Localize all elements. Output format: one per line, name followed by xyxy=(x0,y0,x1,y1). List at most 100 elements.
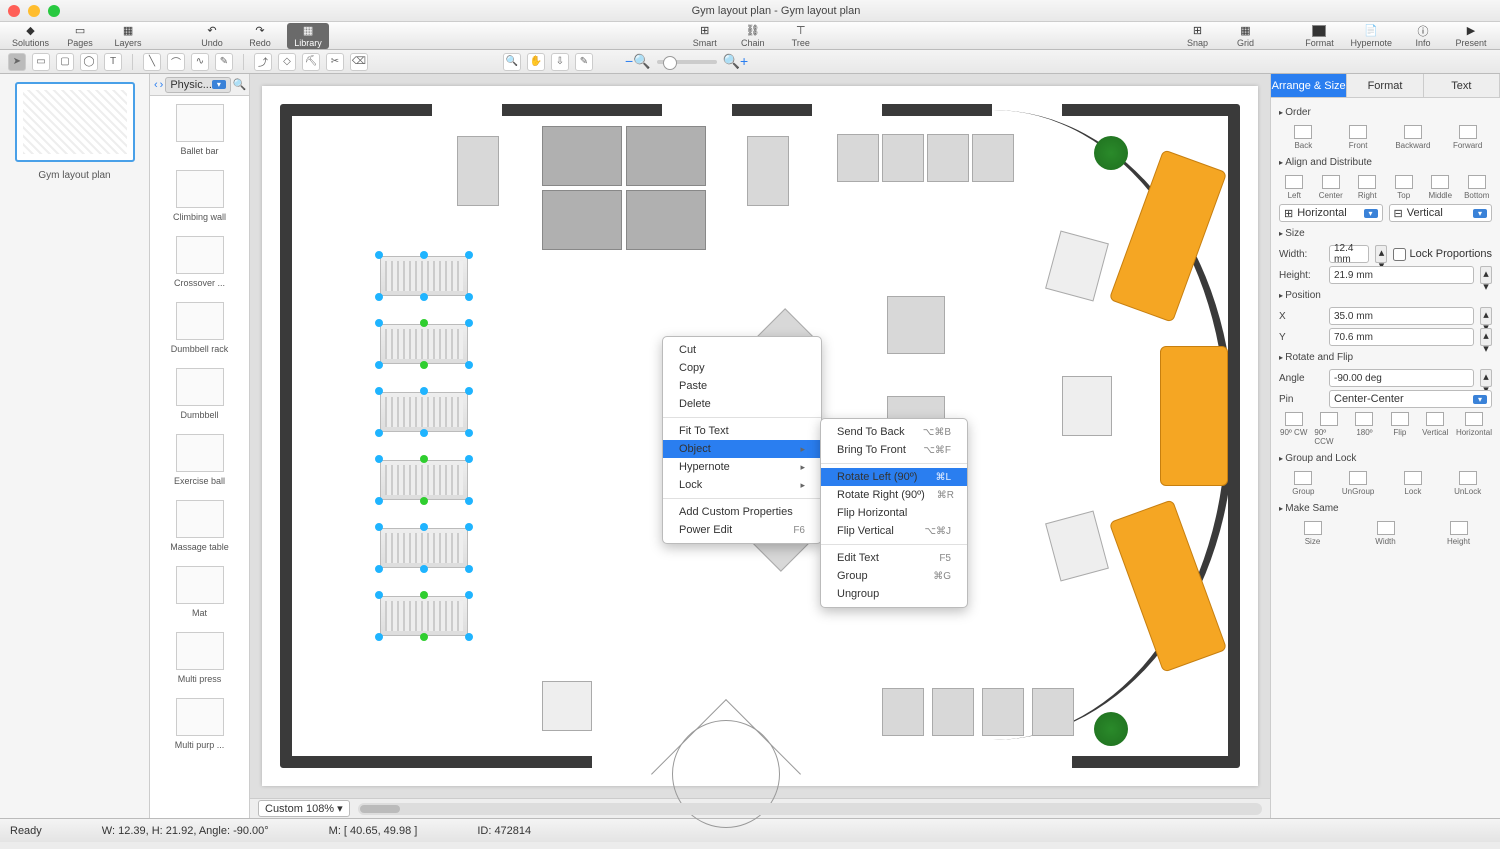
section-rotate[interactable]: Rotate and Flip xyxy=(1279,349,1492,366)
menu-item[interactable]: Rotate Left (90º)⌘L xyxy=(821,468,967,486)
library-item[interactable]: Dumbbell rack xyxy=(154,298,245,364)
pen-tool[interactable]: ✎ xyxy=(215,53,233,71)
redo-button[interactable]: ↷Redo xyxy=(239,23,281,49)
inspector-btn[interactable]: Back xyxy=(1279,125,1328,150)
inspector-btn[interactable]: UnLock xyxy=(1443,471,1492,496)
menu-item[interactable]: Ungroup xyxy=(821,585,967,603)
grid-button[interactable]: ▦Grid xyxy=(1224,23,1266,49)
page-thumb-1[interactable] xyxy=(15,82,135,162)
inspector-btn[interactable]: Lock xyxy=(1389,471,1438,496)
lock-proportions[interactable]: Lock Proportions xyxy=(1393,248,1492,261)
text-tool[interactable]: T xyxy=(104,53,122,71)
section-size[interactable]: Size xyxy=(1279,225,1492,242)
height-input[interactable]: 21.9 mm xyxy=(1329,266,1474,284)
inspector-btn[interactable]: Middle xyxy=(1425,175,1456,200)
hypernote-button[interactable]: 📄Hypernote xyxy=(1346,23,1396,49)
arc-tool[interactable]: ⌒ xyxy=(167,53,185,71)
section-align[interactable]: Align and Distribute xyxy=(1279,154,1492,171)
section-position[interactable]: Position xyxy=(1279,287,1492,304)
menu-item[interactable]: Cut xyxy=(663,341,821,359)
tab-format[interactable]: Format xyxy=(1347,74,1423,97)
inspector-btn[interactable]: Flip xyxy=(1385,412,1414,446)
y-input[interactable]: 70.6 mm xyxy=(1329,328,1474,346)
menu-item[interactable]: Copy xyxy=(663,359,821,377)
connector-tool[interactable]: ⤴ xyxy=(254,53,272,71)
close-icon[interactable] xyxy=(8,5,20,17)
menu-item[interactable]: Rotate Right (90º)⌘R xyxy=(821,486,967,504)
inspector-btn[interactable]: Height xyxy=(1425,521,1492,546)
lib-next-icon[interactable]: › xyxy=(160,79,164,91)
inspector-btn[interactable]: Group xyxy=(1279,471,1328,496)
inspector-btn[interactable]: Bottom xyxy=(1462,175,1493,200)
chain-button[interactable]: ⛓Chain xyxy=(732,23,774,49)
library-button[interactable]: ▦Library xyxy=(287,23,329,49)
snap-button[interactable]: ⊞Snap xyxy=(1176,23,1218,49)
treadmill[interactable] xyxy=(380,528,468,568)
eyedropper-tool[interactable]: ✎ xyxy=(575,53,593,71)
menu-item[interactable]: Edit TextF5 xyxy=(821,549,967,567)
menu-item[interactable]: Delete xyxy=(663,395,821,413)
pin-select[interactable]: Center-Center▾ xyxy=(1329,390,1492,408)
rect-tool[interactable]: ▭ xyxy=(32,53,50,71)
inspector-btn[interactable]: 180º xyxy=(1350,412,1379,446)
present-button[interactable]: ▶Present xyxy=(1450,23,1492,49)
crop-tool[interactable]: ✂ xyxy=(326,53,344,71)
menu-item[interactable]: Add Custom Properties xyxy=(663,503,821,521)
menu-item[interactable]: Paste xyxy=(663,377,821,395)
zoom-select[interactable]: Custom 108% ▾ xyxy=(258,800,350,817)
x-input[interactable]: 35.0 mm xyxy=(1329,307,1474,325)
tree-button[interactable]: ⊤Tree xyxy=(780,23,822,49)
library-item[interactable]: Multi purp ... xyxy=(154,694,245,760)
inspector-btn[interactable]: Forward xyxy=(1443,125,1492,150)
treadmill[interactable] xyxy=(380,256,468,296)
menu-item[interactable]: Group⌘G xyxy=(821,567,967,585)
width-stepper[interactable]: ▴▾ xyxy=(1375,245,1387,263)
context-submenu[interactable]: Send To Back⌥⌘BBring To Front⌥⌘F Rotate L… xyxy=(820,418,968,608)
inspector-btn[interactable]: Right xyxy=(1352,175,1383,200)
library-item[interactable]: Ballet bar xyxy=(154,100,245,166)
menu-item[interactable]: Send To Back⌥⌘B xyxy=(821,423,967,441)
menu-item[interactable]: Lock xyxy=(663,476,821,494)
hand-tool[interactable]: ✋ xyxy=(527,53,545,71)
section-order[interactable]: Order xyxy=(1279,104,1492,121)
inspector-btn[interactable]: Front xyxy=(1334,125,1383,150)
treadmill[interactable] xyxy=(380,460,468,500)
menu-item[interactable]: Flip Horizontal xyxy=(821,504,967,522)
library-item[interactable]: Climbing wall xyxy=(154,166,245,232)
tab-arrange[interactable]: Arrange & Size xyxy=(1271,74,1347,97)
inspector-btn[interactable]: Top xyxy=(1389,175,1420,200)
height-stepper[interactable]: ▴▾ xyxy=(1480,266,1492,284)
inspector-btn[interactable]: Width xyxy=(1352,521,1419,546)
y-stepper[interactable]: ▴▾ xyxy=(1480,328,1492,346)
smart-button[interactable]: ⊞Smart xyxy=(684,23,726,49)
library-item[interactable]: Massage table xyxy=(154,496,245,562)
menu-item[interactable]: Hypernote xyxy=(663,458,821,476)
inspector-btn[interactable]: Left xyxy=(1279,175,1310,200)
pages-button[interactable]: ▭Pages xyxy=(59,23,101,49)
menu-item[interactable]: Power EditF6 xyxy=(663,521,821,539)
inspector-btn[interactable]: Backward xyxy=(1389,125,1438,150)
solutions-button[interactable]: ◆Solutions xyxy=(8,23,53,49)
section-group[interactable]: Group and Lock xyxy=(1279,450,1492,467)
lib-search-icon[interactable]: 🔍 xyxy=(233,78,247,91)
format-button[interactable]: Format xyxy=(1298,23,1340,49)
shape-tool[interactable]: ◇ xyxy=(278,53,296,71)
distribute-vert[interactable]: ⊟Vertical▾ xyxy=(1389,204,1493,222)
library-item[interactable]: Exercise ball xyxy=(154,430,245,496)
library-item[interactable]: Crossover ... xyxy=(154,232,245,298)
section-make[interactable]: Make Same xyxy=(1279,500,1492,517)
inspector-btn[interactable]: UnGroup xyxy=(1334,471,1383,496)
lib-prev-icon[interactable]: ‹ xyxy=(154,79,158,91)
drop-tool[interactable]: ⇩ xyxy=(551,53,569,71)
pointer-tool[interactable]: ➤ xyxy=(8,53,26,71)
angle-input[interactable]: -90.00 deg xyxy=(1329,369,1474,387)
width-input[interactable]: 12.4 mm xyxy=(1329,245,1369,263)
library-item[interactable]: Multi press xyxy=(154,628,245,694)
menu-item[interactable]: Flip Vertical⌥⌘J xyxy=(821,522,967,540)
context-menu[interactable]: CutCopyPasteDeleteFit To TextObjectHyper… xyxy=(662,336,822,544)
erase-tool[interactable]: ⌫ xyxy=(350,53,368,71)
canvas[interactable]: CutCopyPasteDeleteFit To TextObjectHyper… xyxy=(262,86,1258,786)
minimize-icon[interactable] xyxy=(28,5,40,17)
menu-item[interactable]: Bring To Front⌥⌘F xyxy=(821,441,967,459)
undo-button[interactable]: ↶Undo xyxy=(191,23,233,49)
